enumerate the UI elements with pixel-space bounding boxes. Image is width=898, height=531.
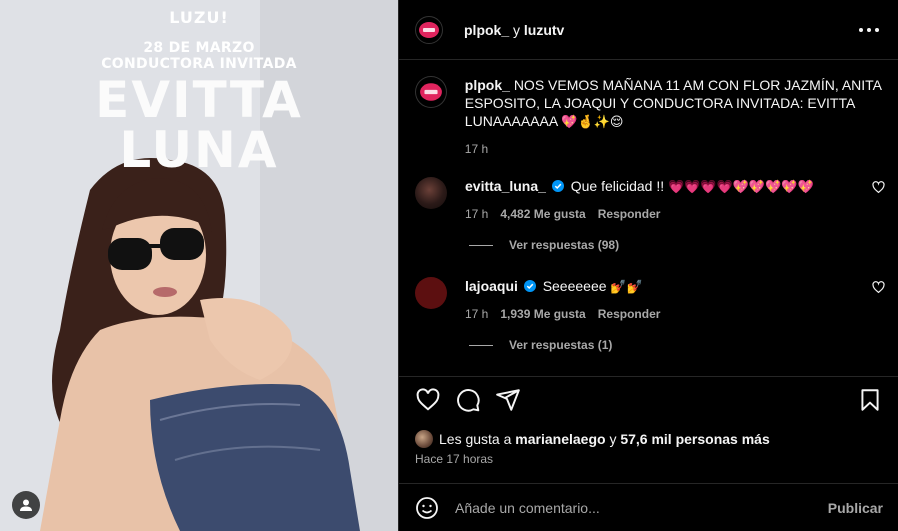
likes-count[interactable]: 57,6 mil personas más — [620, 431, 769, 447]
comment-icon[interactable] — [455, 387, 481, 413]
post-header: plpok_ y luzutv — [399, 0, 898, 60]
commenter-avatar[interactable] — [415, 277, 447, 309]
caption-emojis: 💖🤞✨😌 — [561, 115, 624, 130]
share-icon[interactable] — [495, 387, 521, 413]
commenter-avatar[interactable] — [415, 177, 447, 209]
reply-button[interactable]: Responder — [598, 305, 661, 323]
caption-time[interactable]: 17 h — [465, 140, 882, 158]
view-replies-label: Ver respuestas (1) — [509, 338, 613, 352]
author-link-1[interactable]: plpok_ — [464, 22, 509, 38]
author-link-2[interactable]: luzutv — [524, 22, 564, 38]
post-actions: Les gusta a marianelaego y 57,6 mil pers… — [399, 376, 898, 531]
user-icon — [20, 499, 32, 511]
poster-name-line2: LUNA — [119, 121, 279, 179]
more-options-icon[interactable] — [859, 22, 879, 38]
comments-panel: plpok_ y luzutv plpok_ NOS VEMOS MAÑANA … — [398, 0, 898, 531]
plpok-logo-icon — [419, 83, 442, 101]
comment-text: Seeeeeee — [542, 278, 607, 294]
poster-role: CONDUCTORA INVITADA — [101, 56, 297, 72]
liker-avatar[interactable] — [415, 430, 433, 448]
comment-username[interactable]: evitta_luna_ — [465, 178, 546, 194]
post-modal: LUZU! 28 DE MARZO CONDUCTORA INVITADA EV… — [0, 0, 898, 531]
account-avatar[interactable] — [415, 15, 443, 44]
emoji-picker-icon[interactable] — [415, 496, 439, 520]
verified-badge-icon — [551, 180, 564, 192]
post-caption: plpok_ NOS VEMOS MAÑANA 11 AM CON FLOR J… — [415, 76, 882, 158]
plpok-logo-icon — [419, 21, 439, 38]
view-replies-button[interactable]: Ver respuestas (98) — [469, 238, 619, 252]
comment-likes[interactable]: 1,939 Me gusta — [500, 305, 585, 323]
comment-time[interactable]: 17 h — [465, 205, 488, 223]
comment-username[interactable]: lajoaqui — [465, 278, 518, 294]
comment-item: evitta_luna_ Que felicidad !! 💗💗💗💗💖💖💖💖💖 … — [415, 177, 885, 223]
tagged-users-button[interactable] — [12, 491, 40, 519]
view-replies-label: Ver respuestas (98) — [509, 238, 620, 252]
save-bookmark-icon[interactable] — [857, 387, 883, 413]
comment-like-heart-icon[interactable] — [872, 181, 885, 194]
publish-button[interactable]: Publicar — [828, 500, 883, 516]
comment-emojis: 💗💗💗💗💖💖💖💖💖 — [668, 180, 814, 195]
post-image[interactable]: LUZU! 28 DE MARZO CONDUCTORA INVITADA EV… — [0, 0, 398, 531]
comment-like-heart-icon[interactable] — [872, 281, 885, 294]
comment-time[interactable]: 17 h — [465, 305, 488, 323]
comment-input[interactable] — [455, 500, 795, 516]
replies-divider — [469, 344, 493, 346]
caption-text: NOS VEMOS MAÑANA 11 AM CON FLOR JAZMÍN, … — [464, 77, 882, 129]
poster-date: 28 DE MARZO — [143, 40, 255, 56]
liker-username[interactable]: marianelaego — [515, 431, 605, 447]
post-authors: plpok_ y luzutv — [464, 22, 564, 38]
poster-name-line1: EVITTA — [95, 71, 303, 129]
comment-item: lajoaqui Seeeeeee 💅💅 17 h 1,939 Me gusta… — [415, 277, 885, 323]
likes-connector: y — [609, 431, 617, 447]
poster-brand: LUZU! — [169, 8, 229, 27]
caption-avatar[interactable] — [415, 76, 447, 108]
caption-username[interactable]: plpok_ — [465, 77, 510, 93]
comment-text: Que felicidad !! — [570, 178, 665, 194]
reply-button[interactable]: Responder — [598, 205, 661, 223]
author-connector: y — [513, 21, 521, 38]
verified-badge-icon — [523, 280, 536, 292]
add-comment-bar: Publicar — [399, 483, 898, 531]
post-timestamp[interactable]: Hace 17 horas — [415, 452, 493, 466]
replies-divider — [469, 244, 493, 246]
comment-likes[interactable]: 4,482 Me gusta — [500, 205, 585, 223]
comment-emojis: 💅💅 — [610, 280, 643, 295]
view-replies-button[interactable]: Ver respuestas (1) — [469, 338, 612, 352]
likes-summary: Les gusta a marianelaego y 57,6 mil pers… — [415, 430, 770, 448]
like-heart-icon[interactable] — [415, 387, 441, 413]
likes-prefix: Les gusta a — [439, 431, 512, 447]
